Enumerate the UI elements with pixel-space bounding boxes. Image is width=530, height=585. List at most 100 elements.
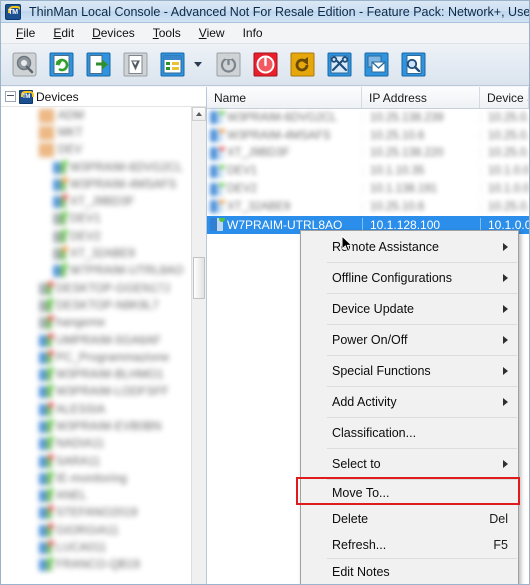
menu-file[interactable]: File: [7, 24, 44, 42]
tree-node[interactable]: GIORGIA11: [1, 522, 192, 539]
tree-node[interactable]: W7PRAIM-UTRL8AO: [1, 263, 192, 280]
tree-node[interactable]: XT_J9BD3F: [1, 193, 192, 210]
export-page-icon[interactable]: [85, 52, 111, 78]
tree-node-label: XT_J9BD3F: [70, 196, 135, 209]
tree-node[interactable]: IE-monitoring: [1, 470, 192, 487]
status-dot-green: [48, 384, 54, 391]
tree-collapse-toggle[interactable]: [5, 91, 16, 102]
cell-ip-address: 10.25.10.6: [362, 129, 480, 142]
context-menu-item[interactable]: Special Functions: [301, 356, 518, 386]
tree-node-label: W7PRAIM-UTRL8AO: [70, 265, 184, 278]
device-icon: [39, 488, 54, 503]
cell-name: W3PRAIM-4MSAFS: [207, 129, 362, 143]
device-icon: [39, 557, 54, 572]
scrollbar-thumb[interactable]: [193, 257, 205, 299]
context-menu-item[interactable]: Delete Del: [301, 506, 518, 532]
restart-icon[interactable]: [289, 52, 315, 78]
menu-edit[interactable]: Edit: [44, 24, 83, 42]
table-row[interactable]: DEV2 10.1.138.19110.1.0.0/16: [207, 180, 529, 198]
cell-device-subnet: 10.1.0.0/16: [480, 183, 529, 196]
tree-node-label: DESKTOP-GGEN17J: [56, 282, 170, 295]
tree-node[interactable]: hangeme: [1, 315, 192, 332]
tree-node[interactable]: ALESSIA: [1, 401, 192, 418]
menu-view[interactable]: View: [190, 24, 234, 42]
status-dot-green: [219, 111, 225, 116]
shutdown-icon[interactable]: [252, 52, 278, 78]
tree-node[interactable]: DEV2: [1, 228, 192, 245]
tree-node[interactable]: DEV1: [1, 211, 192, 228]
refresh-page-icon[interactable]: [48, 52, 74, 78]
cell-device-subnet: 10.25.0.0/16: [480, 129, 529, 142]
tree-node[interactable]: MKT: [1, 124, 192, 141]
tree-node[interactable]: SARA11: [1, 453, 192, 470]
tree-node[interactable]: ADM: [1, 107, 192, 124]
tree-node[interactable]: W3PRAIM-LODFSFF: [1, 384, 192, 401]
context-menu-item[interactable]: Classification...: [301, 418, 518, 448]
device-tree-list[interactable]: ADM MKT DEV W3PRAIM-6DVG2CL W3PRAIM-4MSAFS XT…: [1, 107, 192, 584]
grid-view-icon[interactable]: [159, 52, 185, 78]
table-row[interactable]: XT_J9BD3F 10.25.138.22010.25.0.0/16: [207, 145, 529, 163]
table-row[interactable]: W3PRAIM-4MSAFS 10.25.10.610.25.0.0/16: [207, 127, 529, 145]
column-header-ip-address[interactable]: IP Address: [362, 87, 480, 108]
context-menu-item[interactable]: Add Activity: [301, 387, 518, 417]
menu-info[interactable]: Info: [234, 24, 272, 42]
status-dot-green: [62, 228, 68, 235]
tree-root-node[interactable]: TM Devices: [1, 87, 206, 107]
submenu-arrow-icon: [503, 305, 508, 313]
tree-vertical-scrollbar[interactable]: [191, 107, 206, 584]
tree-node[interactable]: FRANCO-QB19: [1, 557, 192, 574]
context-menu-item[interactable]: Offline Configurations: [301, 263, 518, 293]
menu-tools[interactable]: Tools: [144, 24, 190, 42]
tree-node[interactable]: UMPRAIM-5GA6AF: [1, 332, 192, 349]
device-icon: [39, 384, 54, 399]
context-menu-item[interactable]: Remote Assistance: [301, 232, 518, 262]
tools-wrench-icon[interactable]: [326, 52, 352, 78]
tree-node[interactable]: W3PRAIM-4MSAFS: [1, 176, 192, 193]
context-menu-item[interactable]: Device Update: [301, 294, 518, 324]
table-row[interactable]: XT_32ABE9 10.25.10.610.25.0.0/16: [207, 198, 529, 216]
thinman-console-window: TM ThinMan Local Console - Advanced Not …: [0, 0, 530, 585]
context-menu-item[interactable]: Power On/Off: [301, 325, 518, 355]
device-icon: [39, 401, 54, 416]
tree-node-label: hangeme: [56, 317, 106, 330]
context-menu-item[interactable]: Select to: [301, 449, 518, 479]
message-envelope-icon[interactable]: [363, 52, 389, 78]
context-menu-item[interactable]: Refresh... F5: [301, 532, 518, 558]
checklist-page-icon[interactable]: [122, 52, 148, 78]
tree-node[interactable]: DESKTOP-GGEN17J: [1, 280, 192, 297]
status-dot-red: [48, 349, 54, 356]
tree-node[interactable]: DEV: [1, 142, 192, 159]
tree-root-label: Devices: [36, 89, 79, 104]
table-row[interactable]: W3PRAIM-6DVG2CL 10.25.138.23910.25.0.0/16: [207, 109, 529, 127]
column-header-device-subnet[interactable]: Device Subn: [480, 87, 529, 108]
device-offline-icon: [39, 280, 54, 295]
tree-node[interactable]: ANEL: [1, 488, 192, 505]
inspect-page-icon[interactable]: [400, 52, 426, 78]
menu-devices[interactable]: Devices: [83, 24, 144, 42]
column-header-name[interactable]: Name: [207, 87, 362, 108]
device-context-menu[interactable]: Remote Assistance Offline Configurations D…: [296, 230, 520, 584]
tree-node[interactable]: W3PRAIM-BLHMO1: [1, 366, 192, 383]
tree-node[interactable]: PC_Programmazione: [1, 349, 192, 366]
context-menu-item-label: Offline Configurations: [332, 271, 452, 285]
context-menu-item[interactable]: Edit Notes: [301, 559, 518, 584]
find-device-icon[interactable]: [11, 52, 37, 78]
power-on-icon[interactable]: [215, 52, 241, 78]
dropdown-arrow-icon[interactable]: [192, 52, 204, 78]
cell-ip-address: 10.25.138.239: [362, 111, 480, 124]
context-menu-item[interactable]: Move To...: [296, 477, 520, 506]
device-icon: [210, 164, 225, 178]
tree-node[interactable]: XT_32ABE9: [1, 245, 192, 262]
tree-node[interactable]: W3PRAIM-6DVG2CL: [1, 159, 192, 176]
status-dot-green: [48, 488, 54, 495]
submenu-arrow-icon: [503, 460, 508, 468]
tree-node[interactable]: NADIA11: [1, 436, 192, 453]
submenu-arrow-icon: [503, 367, 508, 375]
scroll-up-arrow-icon[interactable]: [192, 107, 206, 121]
tree-node[interactable]: DESKTOP-N8K9L7: [1, 297, 192, 314]
device-offline-icon: [53, 211, 68, 226]
tree-node[interactable]: W3PRAIM-EVB0BN: [1, 418, 192, 435]
tree-node[interactable]: STEFANO2019: [1, 505, 192, 522]
table-row[interactable]: DEV1 10.1.10.3510.1.0.0/16: [207, 162, 529, 180]
tree-node[interactable]: LUCA011: [1, 539, 192, 556]
